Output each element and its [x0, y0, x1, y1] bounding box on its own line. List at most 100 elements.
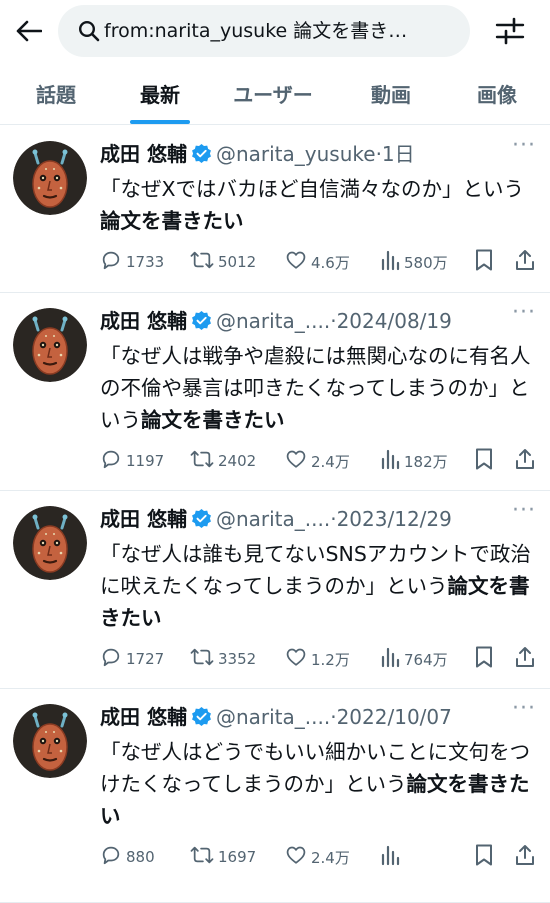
- views-chart-icon: [380, 448, 404, 474]
- bookmark-button[interactable]: [474, 644, 498, 674]
- heart-icon: [285, 844, 311, 870]
- author-name[interactable]: 成田 悠輔: [100, 507, 187, 531]
- tab-label: 画像: [477, 82, 517, 107]
- retweet-count: 5012: [218, 253, 257, 271]
- tab-people[interactable]: ユーザー: [208, 62, 338, 124]
- like-button[interactable]: 2.4万: [285, 446, 350, 476]
- like-count: 2.4万: [311, 848, 350, 867]
- author-handle[interactable]: @narita_yusuke: [216, 142, 376, 166]
- search-bar[interactable]: from:narita_yusuke 論文を書き…: [58, 5, 470, 57]
- reply-icon: [100, 844, 126, 870]
- tweet[interactable]: 成田 悠輔 @narita_....·2024/08/19 ··· 「なぜ人は戦…: [0, 292, 550, 491]
- views-chart-icon: [380, 844, 404, 870]
- share-button[interactable]: [514, 247, 540, 277]
- like-button[interactable]: 1.2万: [285, 644, 350, 674]
- bookmark-button[interactable]: [474, 446, 498, 476]
- retweet-count: 2402: [218, 452, 257, 470]
- avatar[interactable]: [13, 704, 87, 778]
- bookmark-icon: [474, 645, 498, 673]
- reply-button[interactable]: 1733: [100, 247, 164, 277]
- author-name[interactable]: 成田 悠輔: [100, 309, 187, 333]
- verified-badge-icon: [192, 143, 211, 164]
- tab-latest[interactable]: 最新: [112, 62, 208, 124]
- author-handle[interactable]: @narita_....: [216, 309, 330, 333]
- author-name[interactable]: 成田 悠輔: [100, 142, 187, 166]
- share-button[interactable]: [514, 644, 540, 674]
- bookmark-button[interactable]: [474, 247, 498, 277]
- verified-badge-icon: [192, 508, 211, 529]
- search-tabs: 話題 最新 ユーザー 動画 画像: [0, 62, 550, 125]
- reply-count: 1197: [126, 452, 165, 470]
- tweet[interactable]: 成田 悠輔 @narita_....·2023/12/29 ··· 「なぜ人は誰…: [0, 490, 550, 689]
- active-tab-indicator: [130, 120, 190, 124]
- reply-button[interactable]: 880: [100, 842, 155, 872]
- tweet-text: 「なぜ人は誰も見てないSNSアカウントで政治に吠えたくなってしまうのか」という論…: [100, 538, 532, 634]
- retweet-button[interactable]: 5012: [190, 247, 256, 277]
- more-options-icon[interactable]: ···: [512, 698, 536, 726]
- tweet-date[interactable]: 2022/10/07: [337, 705, 452, 729]
- reply-count: 880: [126, 848, 155, 866]
- retweet-count: 1697: [218, 848, 257, 866]
- author-handle[interactable]: @narita_....: [216, 507, 330, 531]
- verified-badge-icon: [192, 310, 211, 331]
- tweet-date[interactable]: 1日: [382, 142, 415, 166]
- bookmark-icon: [474, 447, 498, 475]
- avatar[interactable]: [13, 141, 87, 215]
- bookmark-icon: [474, 843, 498, 871]
- share-button[interactable]: [514, 842, 540, 872]
- more-options-icon[interactable]: ···: [512, 500, 536, 528]
- tweet-text-plain: 「なぜXではバカほど自信満々なのか」という: [100, 177, 525, 201]
- tweet-text: 「なぜXではバカほど自信満々なのか」という論文を書きたい: [100, 173, 532, 237]
- views-button[interactable]: 182万: [380, 446, 448, 476]
- filter-settings-icon[interactable]: [494, 16, 526, 46]
- tweet-text-highlight: 論文を書きたい: [100, 209, 244, 233]
- views-count: 580万: [404, 253, 448, 272]
- tweet-text: 「なぜ人は戦争や虐殺には無関心なのに有名人の不倫や暴言は叩きたくなってしまうのか…: [100, 340, 532, 436]
- tweet[interactable]: 成田 悠輔 @narita_....·2022/10/07 ··· 「なぜ人はど…: [0, 688, 550, 903]
- avatar[interactable]: [13, 506, 87, 580]
- views-button[interactable]: [380, 842, 404, 872]
- views-button[interactable]: 764万: [380, 644, 448, 674]
- share-button[interactable]: [514, 446, 540, 476]
- reply-button[interactable]: 1727: [100, 644, 164, 674]
- retweet-button[interactable]: 2402: [190, 446, 256, 476]
- tweet-actions: 1197 2402 2.4万 182万: [100, 446, 540, 476]
- search-input[interactable]: from:narita_yusuke 論文を書き…: [104, 17, 460, 45]
- more-options-icon[interactable]: ···: [512, 135, 536, 163]
- retweet-icon: [190, 249, 218, 275]
- tweet-header: 成田 悠輔 @narita_....·2022/10/07: [100, 702, 540, 732]
- retweet-count: 3352: [218, 650, 257, 668]
- views-button[interactable]: 580万: [380, 247, 448, 277]
- tab-images[interactable]: 画像: [444, 62, 550, 124]
- tweet-actions: 1733 5012 4.6万 580万: [100, 247, 540, 277]
- like-count: 4.6万: [311, 253, 350, 272]
- retweet-button[interactable]: 3352: [190, 644, 256, 674]
- tweet-date[interactable]: 2023/12/29: [337, 507, 452, 531]
- tab-label: 話題: [36, 82, 76, 107]
- avatar[interactable]: [13, 308, 87, 382]
- like-button[interactable]: 2.4万: [285, 842, 350, 872]
- reply-button[interactable]: 1197: [100, 446, 164, 476]
- tweet[interactable]: 成田 悠輔 @narita_yusuke·1日 ··· 「なぜXではバカほど自信…: [0, 125, 550, 293]
- bookmark-button[interactable]: [474, 842, 498, 872]
- tweet-date[interactable]: 2024/08/19: [337, 309, 452, 333]
- author-name[interactable]: 成田 悠輔: [100, 705, 187, 729]
- author-handle[interactable]: @narita_....: [216, 705, 330, 729]
- search-icon: [78, 20, 100, 42]
- tweet-header: 成田 悠輔 @narita_yusuke·1日: [100, 139, 540, 169]
- reply-count: 1733: [126, 253, 165, 271]
- heart-icon: [285, 448, 311, 474]
- back-arrow-icon[interactable]: [14, 14, 44, 48]
- reply-icon: [100, 646, 126, 672]
- like-button[interactable]: 4.6万: [285, 247, 350, 277]
- tweet-actions: 880 1697 2.4万: [100, 842, 540, 872]
- more-options-icon[interactable]: ···: [512, 302, 536, 330]
- tab-label: 動画: [371, 82, 411, 107]
- tweet-text: 「なぜ人はどうでもいい細かいことに文句をつけたくなってしまうのか」という論文を書…: [100, 736, 532, 832]
- tab-top[interactable]: 話題: [0, 62, 112, 124]
- top-bar: from:narita_yusuke 論文を書き…: [0, 0, 550, 62]
- heart-icon: [285, 249, 311, 275]
- retweet-icon: [190, 448, 218, 474]
- tab-videos[interactable]: 動画: [338, 62, 444, 124]
- retweet-button[interactable]: 1697: [190, 842, 256, 872]
